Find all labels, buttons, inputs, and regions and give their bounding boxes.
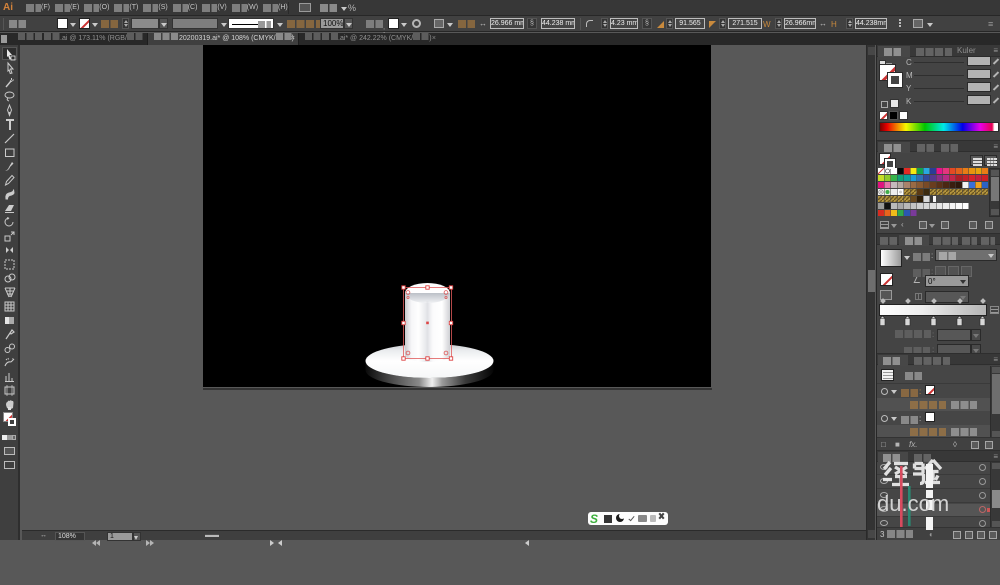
svg-text:du.com: du.com bbox=[877, 491, 949, 516]
